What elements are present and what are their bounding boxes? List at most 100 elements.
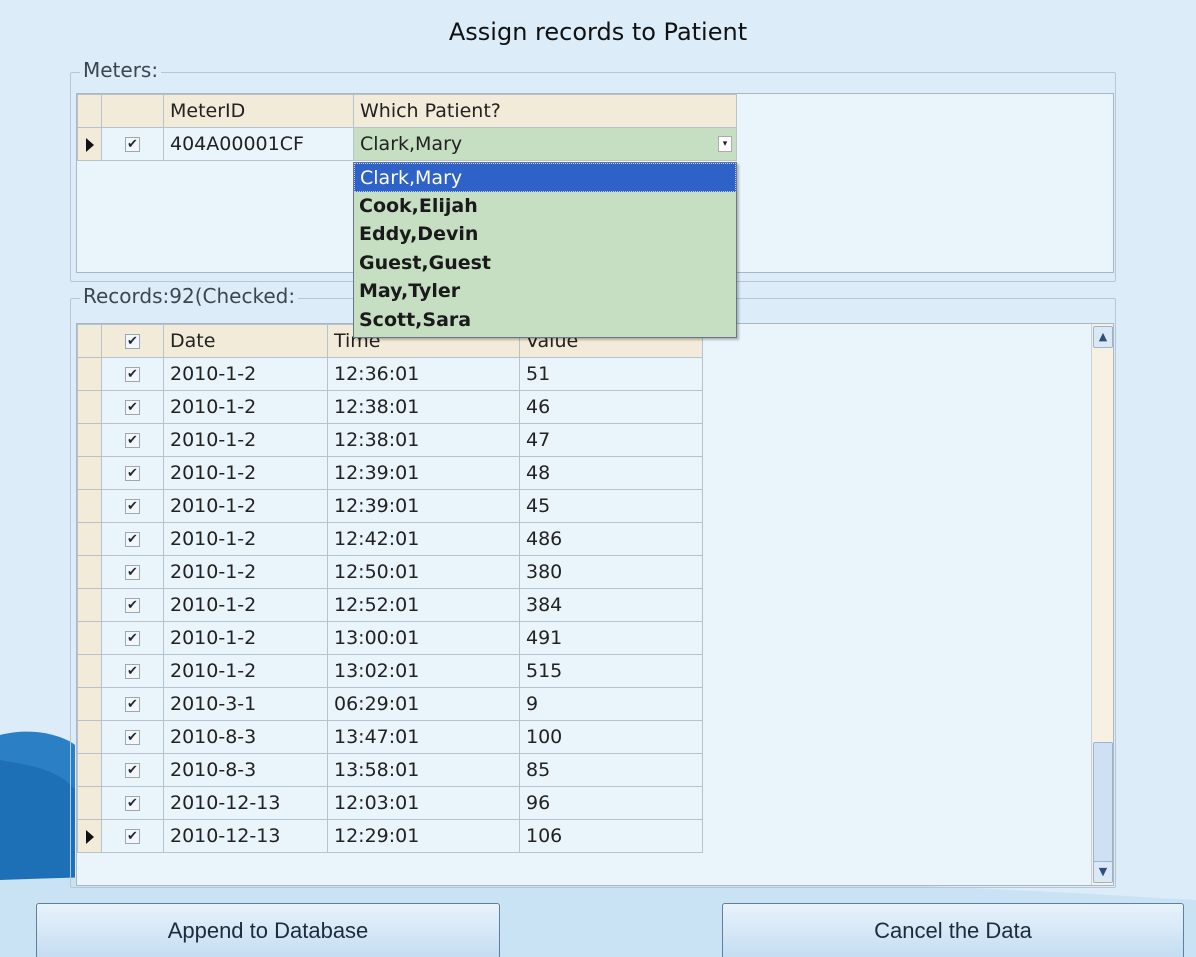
date-cell[interactable]: 2010-8-3 xyxy=(163,753,328,787)
value-cell[interactable]: 384 xyxy=(519,588,703,622)
time-cell[interactable]: 12:42:01 xyxy=(327,522,520,556)
time-cell[interactable]: 12:36:01 xyxy=(327,357,520,391)
date-cell[interactable]: 2010-1-2 xyxy=(163,654,328,688)
time-cell[interactable]: 12:52:01 xyxy=(327,588,520,622)
record-check-cell[interactable]: ✔ xyxy=(101,357,164,391)
table-row[interactable]: ✔ 2010-1-2 12:39:01 48 xyxy=(77,456,703,490)
dropdown-option[interactable]: Scott,Sara xyxy=(354,306,736,335)
time-cell[interactable]: 13:47:01 xyxy=(327,720,520,754)
check-icon[interactable]: ✔ xyxy=(125,763,140,778)
meter-row[interactable]: ✔ 404A00001CF Clark,Mary ▾ xyxy=(77,127,737,161)
time-cell[interactable]: 06:29:01 xyxy=(327,687,520,721)
select-all-cell[interactable]: ✔ xyxy=(101,324,164,358)
record-check-cell[interactable]: ✔ xyxy=(101,390,164,424)
row-header[interactable] xyxy=(77,588,102,622)
check-icon[interactable]: ✔ xyxy=(125,400,140,415)
table-row[interactable]: ✔ 2010-8-3 13:58:01 85 xyxy=(77,753,703,787)
dropdown-option[interactable]: May,Tyler xyxy=(354,277,736,306)
date-cell[interactable]: 2010-1-2 xyxy=(163,588,328,622)
date-cell[interactable]: 2010-12-13 xyxy=(163,819,328,853)
check-icon[interactable]: ✔ xyxy=(125,466,140,481)
record-check-cell[interactable]: ✔ xyxy=(101,654,164,688)
table-row[interactable]: ✔ 2010-8-3 13:47:01 100 xyxy=(77,720,703,754)
table-row[interactable]: ✔ 2010-12-13 12:03:01 96 xyxy=(77,786,703,820)
append-to-database-button[interactable]: Append to Database xyxy=(36,903,500,957)
date-cell[interactable]: 2010-1-2 xyxy=(163,522,328,556)
table-row[interactable]: ✔ 2010-1-2 12:38:01 46 xyxy=(77,390,703,424)
date-cell[interactable]: 2010-8-3 xyxy=(163,720,328,754)
value-cell[interactable]: 486 xyxy=(519,522,703,556)
date-cell[interactable]: 2010-1-2 xyxy=(163,555,328,589)
table-row[interactable]: ✔ 2010-1-2 12:39:01 45 xyxy=(77,489,703,523)
date-cell[interactable]: 2010-1-2 xyxy=(163,456,328,490)
record-check-cell[interactable]: ✔ xyxy=(101,819,164,853)
patient-combo-cell[interactable]: Clark,Mary ▾ xyxy=(353,127,737,161)
record-check-cell[interactable]: ✔ xyxy=(101,423,164,457)
scroll-up-icon[interactable]: ▲ xyxy=(1093,326,1113,348)
table-row[interactable]: ✔ 2010-1-2 12:42:01 486 xyxy=(77,522,703,556)
row-header[interactable] xyxy=(77,489,102,523)
row-header[interactable] xyxy=(77,357,102,391)
select-all-check-icon[interactable]: ✔ xyxy=(125,334,140,349)
record-check-cell[interactable]: ✔ xyxy=(101,456,164,490)
value-cell[interactable]: 47 xyxy=(519,423,703,457)
row-header[interactable] xyxy=(77,687,102,721)
check-icon[interactable]: ✔ xyxy=(125,829,140,844)
value-cell[interactable]: 96 xyxy=(519,786,703,820)
time-cell[interactable]: 12:39:01 xyxy=(327,456,520,490)
dropdown-option[interactable]: Cook,Elijah xyxy=(354,192,736,221)
date-cell[interactable]: 2010-1-2 xyxy=(163,621,328,655)
records-scrollbar[interactable]: ▲ ▼ xyxy=(1091,324,1113,885)
check-icon[interactable]: ✔ xyxy=(125,697,140,712)
record-check-cell[interactable]: ✔ xyxy=(101,555,164,589)
check-icon[interactable]: ✔ xyxy=(125,137,140,152)
time-cell[interactable]: 13:58:01 xyxy=(327,753,520,787)
record-check-cell[interactable]: ✔ xyxy=(101,621,164,655)
meter-check-cell[interactable]: ✔ xyxy=(101,127,164,161)
table-row[interactable]: ✔ 2010-1-2 13:00:01 491 xyxy=(77,621,703,655)
time-cell[interactable]: 12:38:01 xyxy=(327,390,520,424)
date-cell[interactable]: 2010-1-2 xyxy=(163,357,328,391)
record-check-cell[interactable]: ✔ xyxy=(101,687,164,721)
value-cell[interactable]: 9 xyxy=(519,687,703,721)
record-check-cell[interactable]: ✔ xyxy=(101,522,164,556)
check-icon[interactable]: ✔ xyxy=(125,664,140,679)
row-header[interactable] xyxy=(77,456,102,490)
row-header[interactable] xyxy=(77,654,102,688)
table-row[interactable]: ✔ 2010-3-1 06:29:01 9 xyxy=(77,687,703,721)
value-cell[interactable]: 48 xyxy=(519,456,703,490)
dropdown-option[interactable]: Guest,Guest xyxy=(354,249,736,278)
date-cell[interactable]: 2010-3-1 xyxy=(163,687,328,721)
value-cell[interactable]: 515 xyxy=(519,654,703,688)
row-header[interactable] xyxy=(77,423,102,457)
value-cell[interactable]: 491 xyxy=(519,621,703,655)
record-check-cell[interactable]: ✔ xyxy=(101,588,164,622)
value-cell[interactable]: 106 xyxy=(519,819,703,853)
table-row[interactable]: ✔ 2010-1-2 12:36:01 51 xyxy=(77,357,703,391)
patient-column-header[interactable]: Which Patient? xyxy=(353,94,737,128)
dropdown-option[interactable]: Clark,Mary xyxy=(354,163,736,192)
table-row[interactable]: ✔ 2010-1-2 13:02:01 515 xyxy=(77,654,703,688)
table-row[interactable]: ✔ 2010-1-2 12:38:01 47 xyxy=(77,423,703,457)
check-icon[interactable]: ✔ xyxy=(125,367,140,382)
time-cell[interactable]: 12:39:01 xyxy=(327,489,520,523)
check-icon[interactable]: ✔ xyxy=(125,730,140,745)
row-header[interactable] xyxy=(77,753,102,787)
date-column-header[interactable]: Date xyxy=(163,324,328,358)
row-header[interactable] xyxy=(77,621,102,655)
value-cell[interactable]: 85 xyxy=(519,753,703,787)
table-row[interactable]: ✔ 2010-1-2 12:50:01 380 xyxy=(77,555,703,589)
value-cell[interactable]: 100 xyxy=(519,720,703,754)
chevron-down-icon[interactable]: ▾ xyxy=(718,136,732,152)
record-check-cell[interactable]: ✔ xyxy=(101,720,164,754)
time-cell[interactable]: 13:00:01 xyxy=(327,621,520,655)
row-header[interactable] xyxy=(77,390,102,424)
record-check-cell[interactable]: ✔ xyxy=(101,786,164,820)
check-icon[interactable]: ✔ xyxy=(125,532,140,547)
dropdown-option[interactable]: Eddy,Devin xyxy=(354,220,736,249)
check-icon[interactable]: ✔ xyxy=(125,598,140,613)
row-header[interactable] xyxy=(77,555,102,589)
meterid-column-header[interactable]: MeterID xyxy=(163,94,354,128)
row-header[interactable] xyxy=(77,522,102,556)
time-cell[interactable]: 12:29:01 xyxy=(327,819,520,853)
